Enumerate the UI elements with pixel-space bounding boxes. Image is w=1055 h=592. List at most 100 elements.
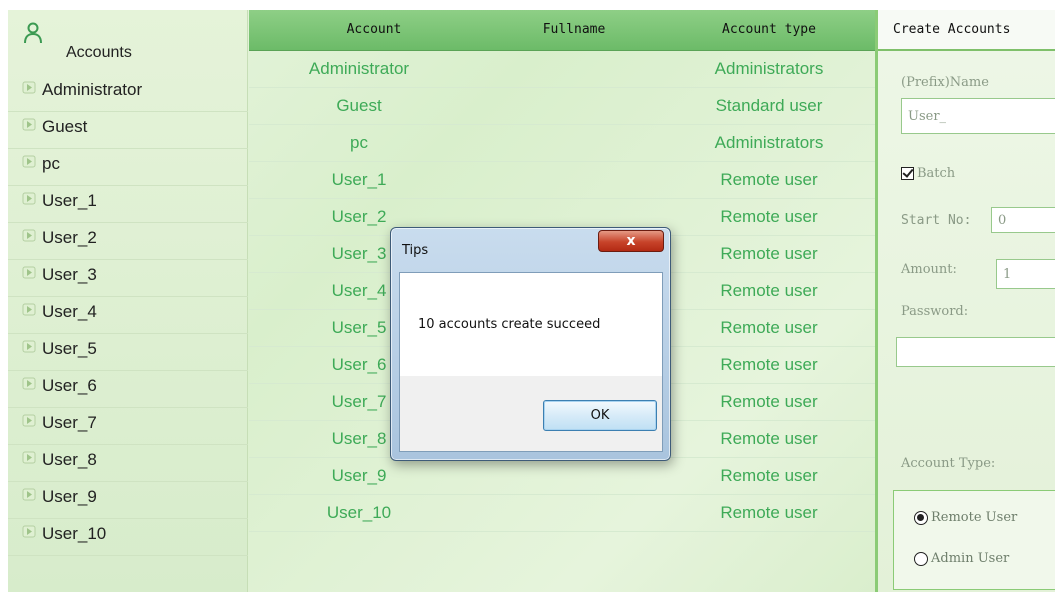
cell-account-type: Administrators [714, 59, 824, 78]
account-type-label: Account Type: [901, 456, 996, 471]
sidebar-item-user-6[interactable]: User_6 [8, 371, 248, 408]
cell-account-type: Remote user [720, 392, 818, 411]
sidebar-item-label: User_5 [42, 339, 97, 358]
user-outline-icon [24, 22, 42, 44]
user-tag-icon [22, 155, 36, 168]
name-label: (Prefix)Name [901, 75, 989, 90]
dialog-body: 10 accounts create succeed OK [399, 272, 663, 452]
dialog-message: 10 accounts create succeed [418, 317, 601, 332]
sidebar-item-label: Guest [42, 117, 88, 136]
cell-account: User_10 [326, 503, 392, 522]
sidebar-item-user-7[interactable]: User_7 [8, 408, 248, 445]
sidebar-item-user-10[interactable]: User_10 [8, 519, 248, 556]
sidebar-item-label: User_1 [42, 191, 97, 210]
batch-checkbox[interactable] [901, 167, 914, 180]
create-panel-header: Create Accounts [878, 10, 1055, 51]
dialog-title: Tips [402, 243, 429, 258]
sidebar-item-user-3[interactable]: User_3 [8, 260, 248, 297]
cell-account-type: Remote user [720, 170, 818, 189]
cell-account-type: Remote user [720, 466, 818, 485]
user-tag-icon [22, 340, 36, 353]
cell-account: User_2 [331, 207, 387, 226]
sidebar-item-user-4[interactable]: User_4 [8, 297, 248, 334]
cell-account-type: Remote user [720, 207, 818, 226]
amount-input[interactable]: 1 [996, 259, 1055, 289]
create-panel-title: Create Accounts [893, 22, 1011, 37]
radio-admin-user-label: Admin User [931, 551, 1010, 566]
cell-account-type: Remote user [720, 429, 818, 448]
cell-account-type: Remote user [720, 318, 818, 337]
cell-account: Guest [336, 96, 382, 115]
sidebar-item-administrator[interactable]: Administrator [8, 75, 248, 112]
table-row[interactable]: User_9 Remote user [249, 458, 875, 495]
tips-dialog: Tips x 10 accounts create succeed OK [390, 227, 671, 461]
cell-account: pc [350, 133, 368, 152]
ok-button[interactable]: OK [543, 400, 657, 431]
cell-account-type: Remote user [720, 503, 818, 522]
sidebar-item-label: pc [42, 154, 60, 173]
table-row[interactable]: pc Administrators [249, 125, 875, 162]
sidebar-item-label: Administrator [42, 80, 143, 99]
cell-account-type: Remote user [720, 355, 818, 374]
sidebar-item-label: User_6 [42, 376, 97, 395]
sidebar-item-user-8[interactable]: User_8 [8, 445, 248, 482]
column-header-account[interactable]: Account [279, 22, 469, 37]
user-tag-icon [22, 377, 36, 390]
cell-account: Administrator [308, 59, 410, 78]
table-header: Account Fullname Account type [249, 10, 875, 51]
batch-label: Batch [917, 166, 956, 181]
sidebar-title: Accounts [66, 44, 132, 61]
user-tag-icon [22, 525, 36, 538]
table-row[interactable]: Guest Standard user [249, 88, 875, 125]
cell-account-type: Standard user [715, 96, 823, 115]
sidebar-item-label: User_10 [42, 524, 107, 543]
table-row[interactable]: Administrator Administrators [249, 51, 875, 88]
sidebar-item-label: User_3 [42, 265, 97, 284]
user-tag-icon [22, 488, 36, 501]
start-no-label: Start No: [901, 213, 972, 228]
sidebar-header: Accounts [8, 10, 248, 65]
column-header-fullname[interactable]: Fullname [499, 22, 649, 37]
sidebar: Accounts Administrator Guest pc User_1 U… [8, 10, 248, 592]
password-label: Password: [901, 304, 969, 319]
cell-account-type: Remote user [720, 244, 818, 263]
create-accounts-panel: Create Accounts (Prefix)Name User_ Batch… [875, 10, 1055, 592]
column-header-account-type[interactable]: Account type [679, 22, 859, 37]
sidebar-item-user-1[interactable]: User_1 [8, 186, 248, 223]
close-button[interactable]: x [598, 230, 664, 252]
cell-account: User_9 [331, 466, 387, 485]
radio-remote-user[interactable] [914, 511, 928, 525]
account-type-group: Remote User Admin User [893, 490, 1055, 590]
table-row[interactable]: User_1 Remote user [249, 162, 875, 199]
sidebar-item-user-2[interactable]: User_2 [8, 223, 248, 260]
sidebar-item-label: User_7 [42, 413, 97, 432]
user-tag-icon [22, 266, 36, 279]
user-tag-icon [22, 414, 36, 427]
table-row[interactable]: User_10 Remote user [249, 495, 875, 532]
sidebar-item-user-5[interactable]: User_5 [8, 334, 248, 371]
user-tag-icon [22, 303, 36, 316]
sidebar-item-label: User_4 [42, 302, 97, 321]
user-tag-icon [22, 192, 36, 205]
name-input[interactable]: User_ [901, 98, 1055, 134]
sidebar-item-user-9[interactable]: User_9 [8, 482, 248, 519]
close-icon: x [626, 233, 636, 249]
cell-account-type: Remote user [720, 281, 818, 300]
amount-label: Amount: [901, 262, 957, 277]
sidebar-item-label: User_8 [42, 450, 97, 469]
cell-account: User_1 [331, 170, 387, 189]
user-tag-icon [22, 81, 36, 94]
user-tag-icon [22, 451, 36, 464]
user-tag-icon [22, 118, 36, 131]
sidebar-list: Administrator Guest pc User_1 User_2 Use… [8, 75, 248, 556]
radio-admin-user[interactable] [914, 552, 928, 566]
sidebar-item-label: User_2 [42, 228, 97, 247]
radio-remote-user-label: Remote User [931, 510, 1018, 525]
sidebar-item-guest[interactable]: Guest [8, 112, 248, 149]
dialog-footer: OK [400, 376, 662, 451]
sidebar-item-pc[interactable]: pc [8, 149, 248, 186]
user-tag-icon [22, 229, 36, 242]
start-no-input[interactable]: 0 [991, 207, 1055, 233]
sidebar-item-label: User_9 [42, 487, 97, 506]
password-input[interactable] [896, 337, 1055, 367]
